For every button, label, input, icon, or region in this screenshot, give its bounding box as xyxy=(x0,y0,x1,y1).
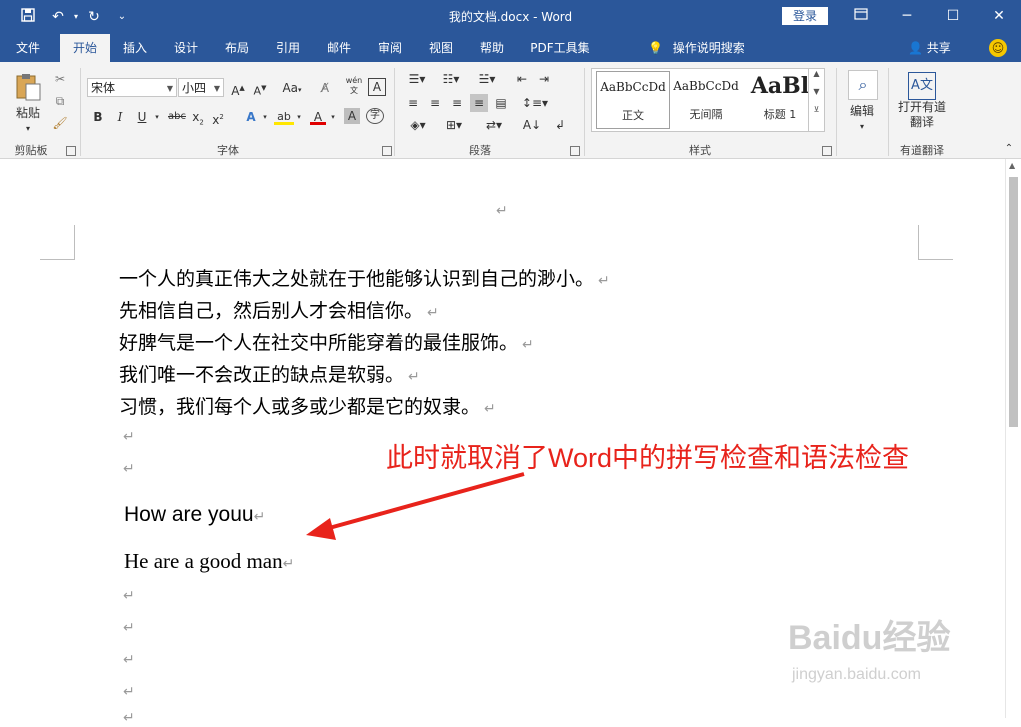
watermark-sub: jingyan.baidu.com xyxy=(792,666,921,683)
watermark-main: Baidu经验 xyxy=(788,619,951,657)
scroll-up-icon[interactable]: ▲ xyxy=(1009,161,1015,170)
vertical-scrollbar[interactable]: ▲ xyxy=(1005,159,1021,718)
scroll-thumb[interactable] xyxy=(1009,177,1018,427)
